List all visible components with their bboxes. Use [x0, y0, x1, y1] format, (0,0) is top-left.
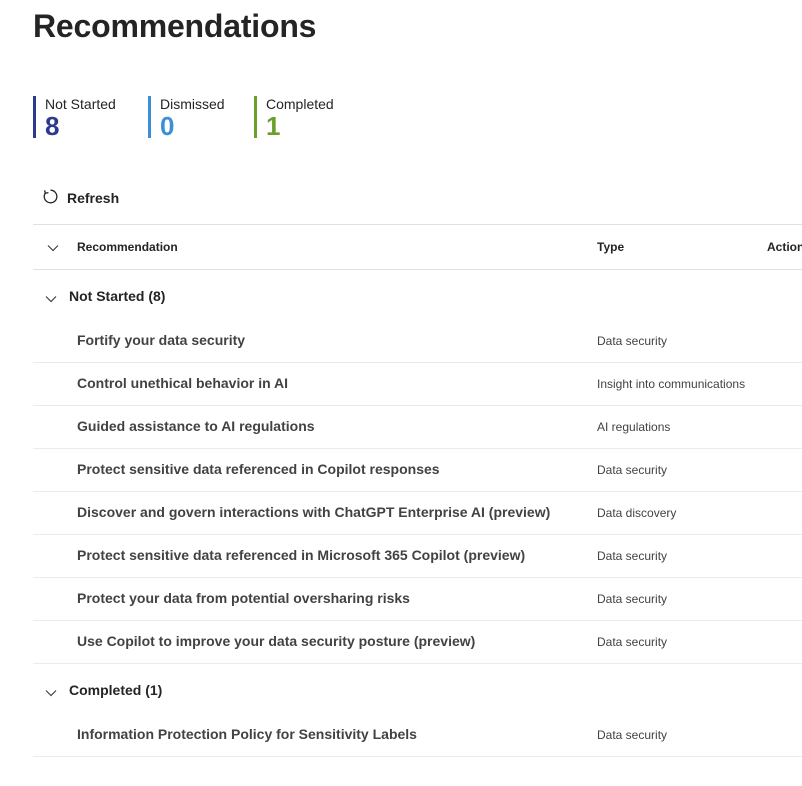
stat-dismissed: Dismissed 0	[148, 96, 225, 141]
stat-label: Completed	[266, 96, 334, 112]
column-header-recommendation[interactable]: Recommendation	[77, 240, 178, 254]
table-row[interactable]: Protect sensitive data referenced in Cop…	[33, 449, 802, 492]
group-label: Completed (1)	[69, 682, 163, 698]
recommendation-name: Use Copilot to improve your data securit…	[77, 633, 476, 649]
recommendation-type: Data security	[597, 728, 668, 742]
collapse-all-chevron-icon[interactable]	[47, 241, 59, 255]
recommendation-type: Data security	[597, 463, 668, 477]
stat-value: 8	[45, 111, 60, 141]
refresh-icon	[42, 188, 67, 208]
recommendation-type: Data security	[597, 592, 668, 606]
recommendation-name: Fortify your data security	[77, 332, 246, 348]
stat-value: 0	[160, 111, 175, 141]
recommendation-name: Protect sensitive data referenced in Cop…	[77, 461, 440, 477]
stat-label: Not Started	[45, 96, 116, 112]
recommendation-name: Information Protection Policy for Sensit…	[77, 726, 417, 742]
chevron-down-icon	[45, 684, 57, 700]
stat-not-started: Not Started 8	[33, 96, 116, 141]
table-row[interactable]: Discover and govern interactions with Ch…	[33, 492, 802, 535]
table-row[interactable]: Use Copilot to improve your data securit…	[33, 621, 802, 664]
column-header-type[interactable]: Type	[597, 240, 624, 254]
recommendation-type: Data discovery	[597, 506, 677, 520]
chevron-down-icon	[45, 290, 57, 306]
column-header-actions[interactable]: Action	[767, 240, 802, 254]
table-row[interactable]: Protect your data from potential oversha…	[33, 578, 802, 621]
recommendation-type: Data security	[597, 334, 668, 348]
table-row[interactable]: Guided assistance to AI regulations AI r…	[33, 406, 802, 449]
table-header: Recommendation Type Action	[33, 224, 802, 270]
recommendation-type: Insight into communications	[597, 377, 746, 391]
refresh-label: Refresh	[67, 190, 120, 206]
recommendation-name: Control unethical behavior in AI	[77, 375, 289, 391]
recommendations-table: Recommendation Type Action Not Started (…	[33, 224, 802, 757]
stat-value: 1	[266, 111, 281, 141]
refresh-button[interactable]: Refresh	[42, 188, 119, 208]
recommendation-name: Protect sensitive data referenced in Mic…	[77, 547, 526, 563]
table-row[interactable]: Control unethical behavior in AI Insight…	[33, 363, 802, 406]
recommendation-type: Data security	[597, 549, 668, 563]
stat-label: Dismissed	[160, 96, 225, 112]
recommendation-type: Data security	[597, 635, 668, 649]
page-title: Recommendations	[33, 8, 317, 44]
stat-completed: Completed 1	[254, 96, 334, 141]
group-label: Not Started (8)	[69, 288, 166, 304]
recommendation-name: Protect your data from potential oversha…	[77, 590, 410, 606]
group-header-not-started[interactable]: Not Started (8)	[33, 270, 802, 320]
table-row[interactable]: Information Protection Policy for Sensit…	[33, 714, 802, 757]
recommendation-name: Discover and govern interactions with Ch…	[77, 504, 551, 520]
table-row[interactable]: Protect sensitive data referenced in Mic…	[33, 535, 802, 578]
recommendation-name: Guided assistance to AI regulations	[77, 418, 315, 434]
table-row[interactable]: Fortify your data security Data security	[33, 320, 802, 363]
recommendation-type: AI regulations	[597, 420, 671, 434]
group-header-completed[interactable]: Completed (1)	[33, 664, 802, 714]
